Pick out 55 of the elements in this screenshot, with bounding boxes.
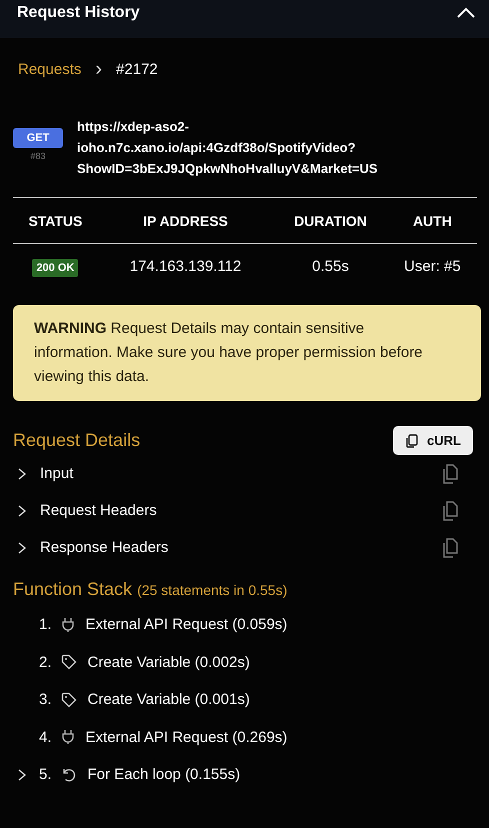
copy-button[interactable] (441, 500, 459, 520)
column-header: IP ADDRESS (98, 198, 274, 244)
breadcrumb-separator: › (95, 58, 102, 80)
column-header: DURATION (273, 198, 388, 244)
step-label: External API Request (0.269s) (86, 728, 288, 746)
column-header: AUTH (388, 198, 477, 244)
table-cell: 0.55s (273, 244, 388, 289)
step-label: Create Variable (0.001s) (88, 691, 250, 708)
function-step[interactable]: 3. Create Variable (0.001s) (0, 681, 250, 718)
breadcrumb-link[interactable]: Requests (18, 60, 82, 78)
step-label: External API Request (0.059s) (86, 616, 288, 634)
breadcrumb-current: #2172 (116, 60, 158, 78)
chevron-icon (17, 542, 27, 554)
section-title: Request Details (13, 430, 140, 451)
function-step[interactable]: 2. Create Variable (0.002s) (0, 644, 250, 681)
step-label: For Each loop (0.155s) (88, 766, 240, 784)
step-number: 3. (39, 691, 52, 708)
copy-icon (441, 538, 459, 558)
function-step[interactable]: 5. For Each loop (0.155s) (0, 756, 240, 794)
tag-icon (60, 654, 77, 670)
step-number: 4. (39, 728, 52, 746)
expandable-section[interactable]: Response Headers (17, 539, 168, 556)
plug-icon (60, 729, 75, 746)
function-step[interactable]: 1. External API Request (0.059s) (0, 606, 288, 644)
window-title: Request History (17, 4, 140, 22)
warning-message: WARNING Request Details may contain sensitive information. Make sure you have proper permission before viewing this data. (13, 305, 481, 401)
step-label: Create Variable (0.002s) (88, 654, 250, 671)
copy-button[interactable] (441, 538, 459, 558)
copy-button[interactable] (441, 464, 459, 484)
statement-summary: (25 statements in 0.55s) (137, 582, 288, 598)
status-badge: 200 OK (32, 259, 78, 277)
request-id: #83 (30, 151, 46, 161)
tag-icon (60, 692, 77, 708)
plug-icon (60, 616, 75, 633)
expandable-section[interactable]: Input (17, 465, 74, 482)
close-icon (457, 6, 475, 18)
copy-icon (441, 464, 459, 484)
table-cell: 174.163.139.112 (98, 244, 274, 289)
curl-button[interactable]: cURL (393, 426, 473, 455)
table-cell: User: #5 (388, 244, 477, 289)
chevron-icon (17, 504, 27, 516)
expandable-section[interactable]: Request Headers (17, 502, 157, 519)
method-badge: GET (13, 128, 63, 148)
step-number: 1. (39, 616, 52, 634)
step-number: 5. (39, 766, 52, 784)
step-number: 2. (39, 654, 52, 671)
section-title: Function Stack (13, 579, 132, 600)
column-header: STATUS (13, 198, 98, 244)
copy-icon (405, 434, 420, 448)
request-url: https://xdep-aso2-ioho.n7c.xano.io/api:4Gzdf38o/SpotifyVideo?ShowID=3bExJ9JQpkwNhoHvalluyV&Market=US (77, 118, 379, 178)
copy-icon (441, 500, 459, 520)
close-button[interactable] (457, 6, 475, 18)
function-step[interactable]: 4. External API Request (0.269s) (0, 718, 288, 756)
chevron-icon (17, 468, 27, 480)
loop-icon (60, 766, 77, 783)
